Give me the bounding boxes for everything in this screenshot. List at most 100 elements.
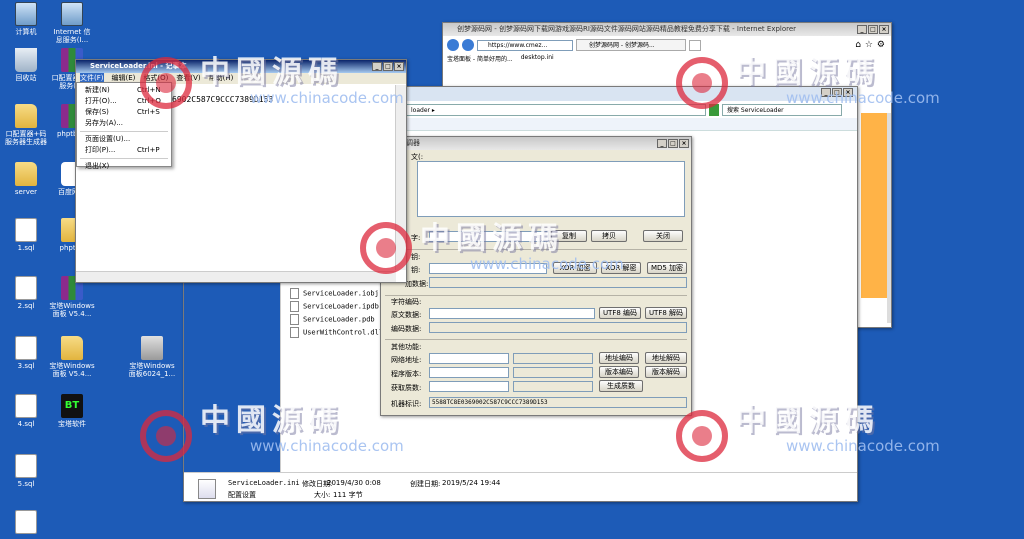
notepad-title-bar[interactable]: ServiceLoader.ini - 记事本 _ □ × [76,60,406,73]
favorite-link[interactable]: desktop.ini [521,54,554,63]
desktop-icon[interactable]: 宝塔Windows 面板 V5.4... [47,336,97,378]
star-icon[interactable]: ☆ [865,40,873,50]
file-menu-item[interactable]: 打印(P)... Ctrl+P [77,145,171,156]
maximize-icon[interactable]: □ [383,62,393,71]
prime-label: 获取质数: [391,384,422,392]
minimize-icon[interactable]: _ [821,88,831,97]
key3-input[interactable] [429,263,547,274]
file-menu-item[interactable]: 保存(S) Ctrl+S [77,107,171,118]
search-input[interactable]: 搜索 ServiceLoader [722,104,842,116]
utf8-decode-button[interactable]: UTF8 解码 [645,307,687,319]
setup-icon [141,336,163,360]
menu-item-shortcut: Ctrl+P [137,146,160,154]
tool-window[interactable]: 主调器 _ □ × 文(: 字: 复制 拷贝 关闭 钥: 钥: XOR 加密 XOR… [380,136,692,416]
menu-item-label: 另存为(A)... [85,119,123,127]
close-button[interactable]: 关闭 [643,230,683,242]
desktop-icon-label: 3.sql [17,362,35,370]
raw-data-input[interactable] [429,308,595,319]
maximize-icon[interactable]: □ [868,25,878,34]
utf8-encode-button[interactable]: UTF8 编码 [599,307,641,319]
ie-title-bar[interactable]: 创梦源码网 - 创梦源码网下载网游戏源码RI源码文件源码网站源码精品教程免费分享… [443,23,891,36]
menu-item-label: 新建(N) [85,86,110,94]
file-menu-item[interactable]: 另存为(A)... [77,118,171,129]
details-size-label: 大小: [314,491,331,499]
desktop-icon[interactable]: server [1,162,51,196]
ie-title: 创梦源码网 - 创梦源码网下载网游戏源码RI源码文件源码网站源码精品教程免费分享… [457,25,797,33]
desktop-icon[interactable]: 宝塔Windows 面板6024_1... [127,336,177,378]
scrollbar[interactable] [395,85,406,270]
gear-icon[interactable]: ⚙ [877,40,885,50]
address-decode-button[interactable]: 地址解码 [645,352,687,364]
notepad-menu-item[interactable]: 帮助(H) [209,73,234,84]
details-size: 111 字节 [333,491,363,499]
ie-tab[interactable]: 创梦源码网 - 创梦源码... [576,39,686,51]
minimize-icon[interactable]: _ [372,62,382,71]
close-icon[interactable]: × [679,139,689,148]
crypt-data-field[interactable] [429,277,687,288]
document-icon [15,276,37,300]
generate-prime-button[interactable]: 生成质数 [599,380,643,392]
prime-input[interactable] [429,381,509,392]
desktop-icon[interactable]: 口配置器+码 服务器生成器 [1,104,51,146]
file-item[interactable]: ServiceLoader.iobj [290,288,379,299]
desktop-icon[interactable]: 5.sql [1,454,51,488]
desktop-icon[interactable]: 回收站 [1,48,51,82]
address-encode-button[interactable]: 地址编码 [599,352,639,364]
ie-address-bar[interactable]: https://www.cmez... [477,39,573,51]
new-tab-icon[interactable] [689,39,701,51]
desktop-icon[interactable] [1,510,51,536]
desktop-icon[interactable]: Internet 信 息服务(I... [47,2,97,44]
tool-title-bar[interactable]: 主调器 _ □ × [381,137,691,150]
net-address-label: 网络地址: [391,356,422,364]
go-icon[interactable] [709,104,719,116]
desktop-icon[interactable]: 2.sql [1,276,51,310]
close-icon[interactable]: × [843,88,853,97]
xor-encrypt-button[interactable]: XOR 加密 [553,262,597,274]
net-address-input[interactable] [429,353,509,364]
desktop-icon-label: 宝塔Windows 面板6024_1... [128,362,176,378]
maximize-icon[interactable]: □ [832,88,842,97]
folder-icon [15,162,37,186]
page-orange-band [861,113,887,298]
maximize-icon[interactable]: □ [668,139,678,148]
copy2-button[interactable]: 拷贝 [591,230,627,242]
file-item[interactable]: ServiceLoader.pdb [290,314,375,325]
desktop-icon[interactable]: BT 宝塔软件 [47,394,97,428]
key-input[interactable] [429,231,549,242]
file-menu-item[interactable]: 打开(O)... Ctrl+O [77,96,171,107]
desktop-icon[interactable]: 1.sql [1,218,51,252]
favorite-link[interactable]: 宝塔面板 - 简单好用的... [447,54,513,63]
desktop-icon[interactable]: 计算机 [1,2,51,36]
net-address-output[interactable] [513,353,593,364]
desktop-icon[interactable]: 3.sql [1,336,51,370]
scrollbar[interactable] [76,271,396,282]
version-encode-button[interactable]: 版本编码 [599,366,639,378]
minimize-icon[interactable]: _ [857,25,867,34]
version-decode-button[interactable]: 版本解码 [645,366,687,378]
notepad-menu-item[interactable]: 查看(V) [176,73,200,84]
desktop-icon[interactable]: 4.sql [1,394,51,428]
back-icon[interactable] [447,39,459,51]
md5-encrypt-button[interactable]: MD5 加密 [647,262,687,274]
explorer-address-bar[interactable]: loader ▸ [406,104,706,116]
close-icon[interactable]: × [394,62,404,71]
version-output[interactable] [513,367,593,378]
forward-icon[interactable] [462,39,474,51]
machine-id-field[interactable]: 5588TC8E0369002C587C9CCC7389D153 [429,397,687,408]
close-icon[interactable]: × [879,25,889,34]
version-input[interactable] [429,367,509,378]
file-menu-item[interactable]: 页面设置(U)... [77,134,171,145]
copy-button[interactable]: 复制 [551,230,587,242]
minimize-icon[interactable]: _ [657,139,667,148]
text-area[interactable] [417,161,685,217]
file-item[interactable]: UserWithControl.dll [290,327,383,338]
file-menu-item[interactable]: 退出(X) [77,161,171,172]
file-menu-item[interactable]: 新建(N) Ctrl+N [77,85,171,96]
encoded-data-field[interactable] [429,322,687,333]
scrollbar[interactable] [887,113,891,323]
prime-output[interactable] [513,381,593,392]
file-item[interactable]: ServiceLoader.ipdb [290,301,379,312]
home-icon[interactable]: ⌂ [855,40,861,50]
xor-decrypt-button[interactable]: XOR 解密 [601,262,641,274]
menu-item-shortcut: Ctrl+O [137,97,161,105]
